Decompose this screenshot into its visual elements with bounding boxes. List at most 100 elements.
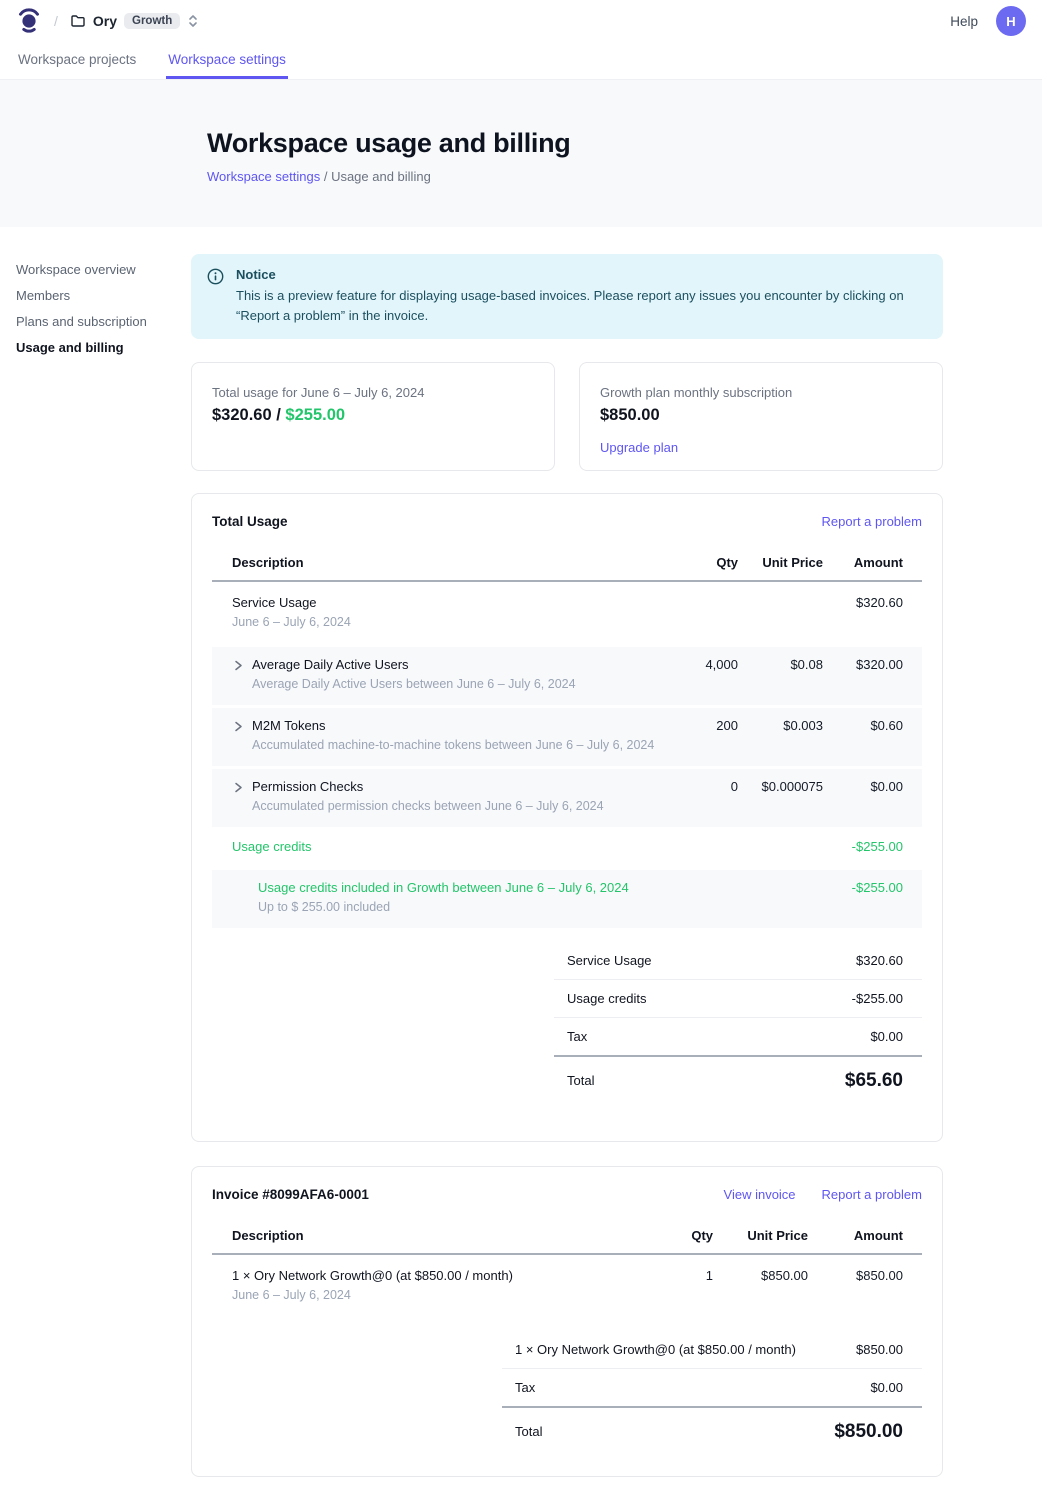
summary-row-tax: Tax $0.00: [554, 1018, 922, 1057]
usage-table-header: Description Qty Unit Price Amount: [212, 546, 922, 582]
usage-report-problem-link[interactable]: Report a problem: [822, 514, 922, 529]
row-unit-price: $0.000075: [738, 779, 823, 794]
invoice-panel: Invoice #8099AFA6-0001 View invoice Repo…: [191, 1166, 943, 1477]
col-amount: Amount: [823, 555, 903, 570]
invoice-report-problem-link[interactable]: Report a problem: [822, 1187, 922, 1202]
table-row-usage-credits-detail: Usage credits included in Growth between…: [212, 870, 922, 928]
plan-badge: Growth: [124, 13, 180, 29]
col-description: Description: [232, 1228, 658, 1243]
invoice-panel-title: Invoice #8099AFA6-0001: [212, 1187, 369, 1202]
row-unit-price: $850.00: [713, 1268, 808, 1283]
table-row-invoice-line: 1 × Ory Network Growth@0 (at $850.00 / m…: [212, 1255, 922, 1317]
summary-row-usage-credits: Usage credits -$255.00: [554, 980, 922, 1018]
row-subtitle: June 6 – July 6, 2024: [232, 1288, 658, 1304]
chevron-right-icon: [234, 782, 243, 793]
chevron-right-icon: [234, 660, 243, 671]
row-qty: 0: [668, 779, 738, 794]
row-qty: 4,000: [668, 657, 738, 672]
row-subtitle: Accumulated machine-to-machine tokens be…: [252, 738, 654, 754]
row-title: M2M Tokens: [252, 718, 654, 734]
breadcrumb-separator: /: [324, 169, 331, 184]
summary-value: $320.60: [856, 953, 903, 968]
usage-included-amount: $255.00: [285, 406, 345, 424]
notice-body: This is a preview feature for displaying…: [236, 286, 926, 325]
summary-label: Total: [515, 1424, 542, 1439]
invoice-summary: 1 × Ory Network Growth@0 (at $850.00 / m…: [502, 1331, 922, 1454]
usage-table: Description Qty Unit Price Amount Servic…: [212, 546, 922, 928]
col-description: Description: [232, 555, 668, 570]
breadcrumb-link[interactable]: Workspace settings: [207, 169, 320, 184]
workspace-switcher[interactable]: Ory Growth: [70, 13, 199, 29]
workspace-switcher-chevrons-icon[interactable]: [187, 14, 199, 28]
info-icon: [207, 268, 224, 285]
usage-panel-title: Total Usage: [212, 514, 288, 529]
summary-label: Tax: [567, 1029, 587, 1044]
usage-amount-separator: /: [272, 406, 286, 424]
col-qty: Qty: [668, 555, 738, 570]
avatar[interactable]: H: [996, 6, 1026, 36]
row-title: Permission Checks: [252, 779, 604, 795]
sidebar-item-members[interactable]: Members: [16, 289, 191, 302]
row-amount: $850.00: [808, 1268, 903, 1283]
sidebar-item-plans-and-subscription[interactable]: Plans and subscription: [16, 315, 191, 328]
help-link[interactable]: Help: [950, 14, 978, 29]
row-amount: -$255.00: [823, 880, 903, 895]
chevron-right-icon: [234, 721, 243, 732]
row-amount: $0.60: [823, 718, 903, 733]
breadcrumb: Workspace settings / Usage and billing: [207, 169, 959, 184]
workspace-name: Ory: [93, 13, 117, 29]
table-row-m2m-tokens: M2M Tokens Accumulated machine-to-machin…: [212, 708, 922, 766]
tab-workspace-settings[interactable]: Workspace settings: [166, 42, 288, 79]
summary-value: $0.00: [870, 1029, 903, 1044]
row-amount: $320.60: [823, 595, 903, 610]
tab-workspace-projects[interactable]: Workspace projects: [16, 42, 138, 79]
table-row-permission-checks: Permission Checks Accumulated permission…: [212, 769, 922, 827]
view-invoice-link[interactable]: View invoice: [724, 1187, 796, 1202]
invoice-table: Description Qty Unit Price Amount 1 × Or…: [212, 1219, 922, 1317]
ory-logo-icon[interactable]: [16, 8, 42, 34]
summary-row-subscription: 1 × Ory Network Growth@0 (at $850.00 / m…: [502, 1331, 922, 1369]
table-row-average-daily-active-users: Average Daily Active Users Average Daily…: [212, 647, 922, 705]
invoice-table-header: Description Qty Unit Price Amount: [212, 1219, 922, 1255]
subscription-card: Growth plan monthly subscription $850.00…: [579, 362, 943, 471]
col-unit-price: Unit Price: [738, 555, 823, 570]
row-title: Service Usage: [232, 595, 668, 611]
summary-label: Usage credits: [567, 991, 646, 1006]
total-usage-panel: Total Usage Report a problem Description…: [191, 493, 943, 1142]
table-row-usage-credits: Usage credits -$255.00: [212, 827, 922, 867]
total-usage-card-value: $320.60 / $255.00: [212, 406, 534, 425]
summary-row-service-usage: Service Usage $320.60: [554, 942, 922, 980]
summary-label: 1 × Ory Network Growth@0 (at $850.00 / m…: [515, 1342, 796, 1357]
sidebar-item-usage-and-billing[interactable]: Usage and billing: [16, 341, 191, 354]
expand-row-button[interactable]: [232, 721, 244, 733]
expand-row-button[interactable]: [232, 660, 244, 672]
row-amount: -$255.00: [823, 839, 903, 854]
upgrade-plan-link[interactable]: Upgrade plan: [600, 440, 678, 455]
summary-value: -$255.00: [852, 991, 903, 1006]
expand-row-button[interactable]: [232, 782, 244, 794]
notice-title: Notice: [236, 267, 926, 282]
row-title: Usage credits: [232, 839, 668, 855]
summary-label: Service Usage: [567, 953, 652, 968]
summary-label: Total: [567, 1073, 594, 1088]
col-unit-price: Unit Price: [713, 1228, 808, 1243]
row-subtitle: Accumulated permission checks between Ju…: [252, 799, 604, 815]
sidebar-item-workspace-overview[interactable]: Workspace overview: [16, 263, 191, 276]
subscription-card-label: Growth plan monthly subscription: [600, 385, 922, 400]
row-title: Usage credits included in Growth between…: [258, 880, 668, 896]
tab-bar: Workspace projects Workspace settings: [0, 42, 1042, 80]
notice-banner: Notice This is a preview feature for dis…: [191, 254, 943, 339]
row-subtitle: Average Daily Active Users between June …: [252, 677, 576, 693]
summary-value: $0.00: [870, 1380, 903, 1395]
summary-row-total: Total $65.60: [554, 1057, 922, 1103]
topbar: / Ory Growth Help H: [0, 0, 1042, 42]
col-qty: Qty: [658, 1228, 713, 1243]
folder-icon: [70, 13, 86, 29]
row-subtitle: Up to $ 255.00 included: [258, 900, 668, 916]
summary-row-tax: Tax $0.00: [502, 1369, 922, 1408]
row-unit-price: $0.08: [738, 657, 823, 672]
row-title: 1 × Ory Network Growth@0 (at $850.00 / m…: [232, 1268, 658, 1284]
row-amount: $0.00: [823, 779, 903, 794]
total-usage-card-label: Total usage for June 6 – July 6, 2024: [212, 385, 534, 400]
summary-label: Tax: [515, 1380, 535, 1395]
